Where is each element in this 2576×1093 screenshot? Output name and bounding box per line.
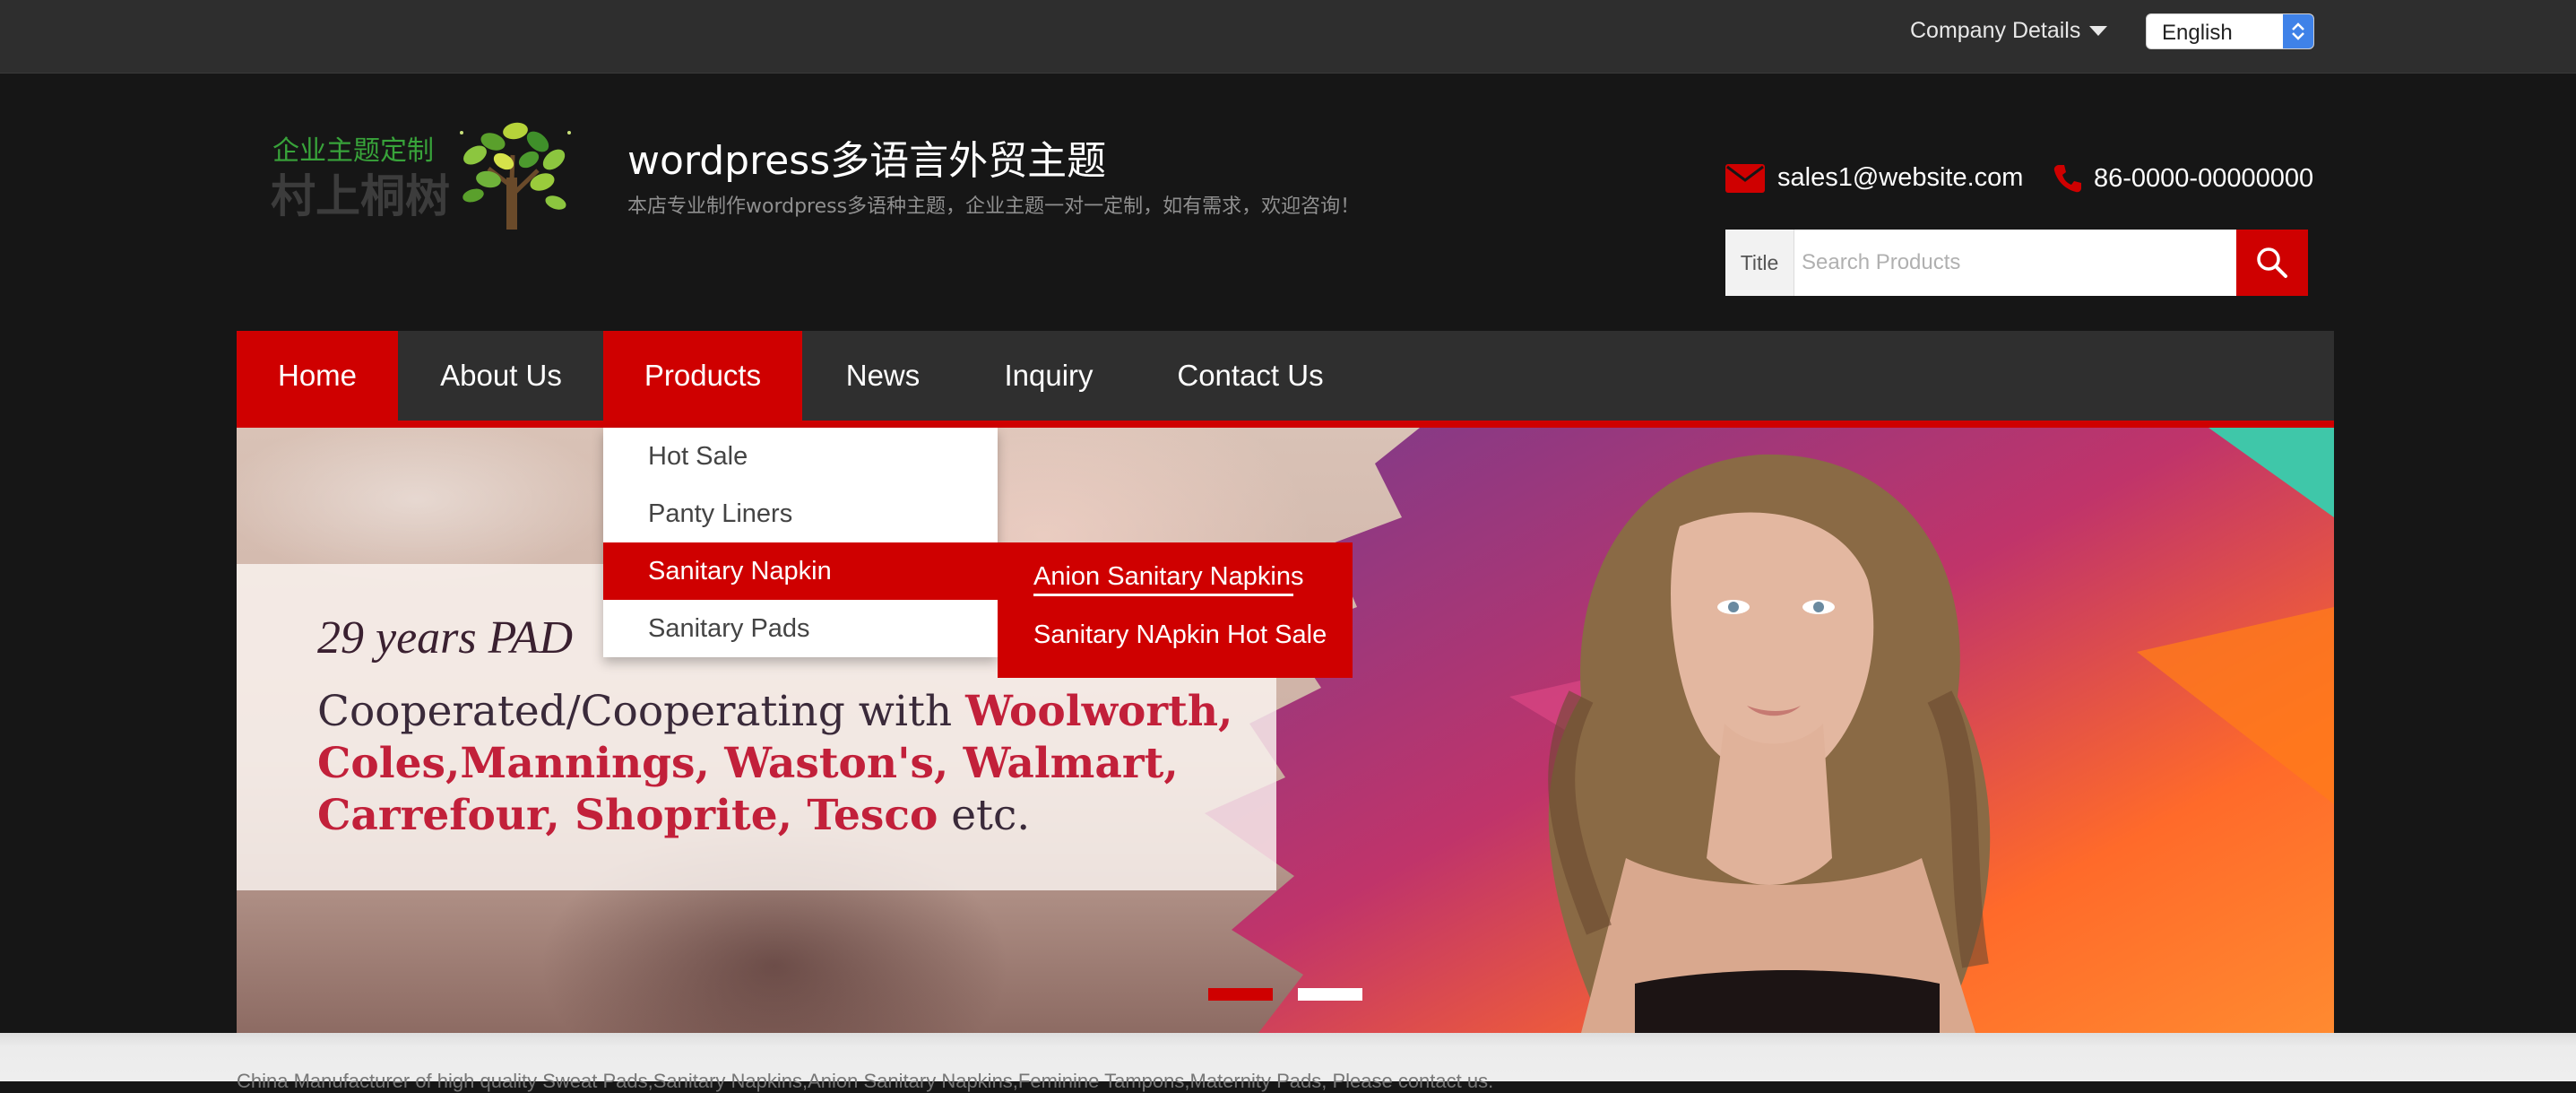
products-dropdown: Hot Sale Panty Liners Sanitary Napkin Sa… [603,428,998,657]
banner-brands-line: Coles,Mannings, Waston's, Walmart, [317,739,1179,788]
banner-model-image [1548,454,1991,1033]
nav-underline [237,421,2334,428]
banner-partners-text: Cooperated/Cooperating with Woolworth, C… [317,686,1232,842]
menu-item-panty-liners[interactable]: Panty Liners [603,485,998,542]
email-text: sales1@website.com [1777,163,2024,192]
search-input[interactable] [1802,230,2160,296]
logo-text-top: 企业主题定制 [272,135,434,167]
company-details-label: Company Details [1910,18,2081,43]
main-nav: Home About Us Products News Inquiry Cont… [237,331,2334,421]
search-icon [2257,247,2287,278]
menu-item-sanitary-napkin[interactable]: Sanitary Napkin [603,542,998,600]
tree-logo-icon: 企业主题定制 村上桐树 [271,122,571,230]
slide-dot-2[interactable] [1298,988,1362,1001]
banner-etc: etc. [938,791,1031,840]
site-title[interactable]: wordpress多语言外贸主题 [627,128,1106,186]
intro-text: China Manufacturer of high quality Sweat… [237,1070,1494,1092]
nav-inquiry[interactable]: Inquiry [964,331,1134,421]
search-button[interactable] [2236,230,2308,296]
submenu-item-anion-sanitary-napkins[interactable]: Anion Sanitary Napkins [1033,562,1303,592]
menu-item-sanitary-pads[interactable]: Sanitary Pads [603,600,998,657]
phone-icon [2053,165,2081,193]
caret-down-icon [2089,26,2108,36]
contact-email[interactable]: sales1@website.com [1725,163,2023,193]
sanitary-napkin-submenu: Anion Sanitary Napkins Sanitary NApkin H… [998,542,1353,678]
language-value: English [2162,21,2233,45]
select-arrows-icon [2283,14,2313,48]
nav-home[interactable]: Home [237,331,398,421]
nav-contact-us[interactable]: Contact Us [1134,331,1367,421]
banner-partners-prefix: Cooperated/Cooperating with [317,687,966,736]
menu-item-hot-sale[interactable]: Hot Sale [603,428,998,485]
nav-products[interactable]: Products [603,331,802,421]
mail-icon [1725,163,1765,193]
search-scope-label[interactable]: Title [1725,230,1794,296]
site-subtitle: 本店专业制作wordpress多语种主题，企业主题一对一定制，如有需求，欢迎咨询… [627,195,1361,218]
top-bar: Company Details English [0,0,2576,74]
product-search: Title [1725,230,2308,296]
submenu-hover-underline [1033,594,1293,596]
contact-phone: 86-0000-00000000 [2053,163,2313,194]
nav-about-us[interactable]: About Us [398,331,604,421]
slide-dot-1[interactable] [1208,988,1273,1001]
language-select[interactable]: English [2146,13,2314,49]
site-logo[interactable]: 企业主题定制 村上桐树 [269,106,592,240]
submenu-item-napkin-hot-sale[interactable]: Sanitary NApkin Hot Sale [1033,620,1327,650]
logo-text-bottom: 村上桐树 [271,170,450,222]
banner-headline: 29 years PAD [317,612,574,664]
company-details-dropdown[interactable]: Company Details [1910,18,2108,44]
nav-news[interactable]: News [802,331,964,421]
phone-text: 86-0000-00000000 [2094,163,2314,193]
hero-banner[interactable]: 29 years PAD Cooperated/Cooperating with… [237,428,2334,1033]
banner-brand-woolworth: Woolworth, [965,687,1233,736]
banner-brands-line-last: Carrefour, Shoprite, Tesco [317,791,938,840]
